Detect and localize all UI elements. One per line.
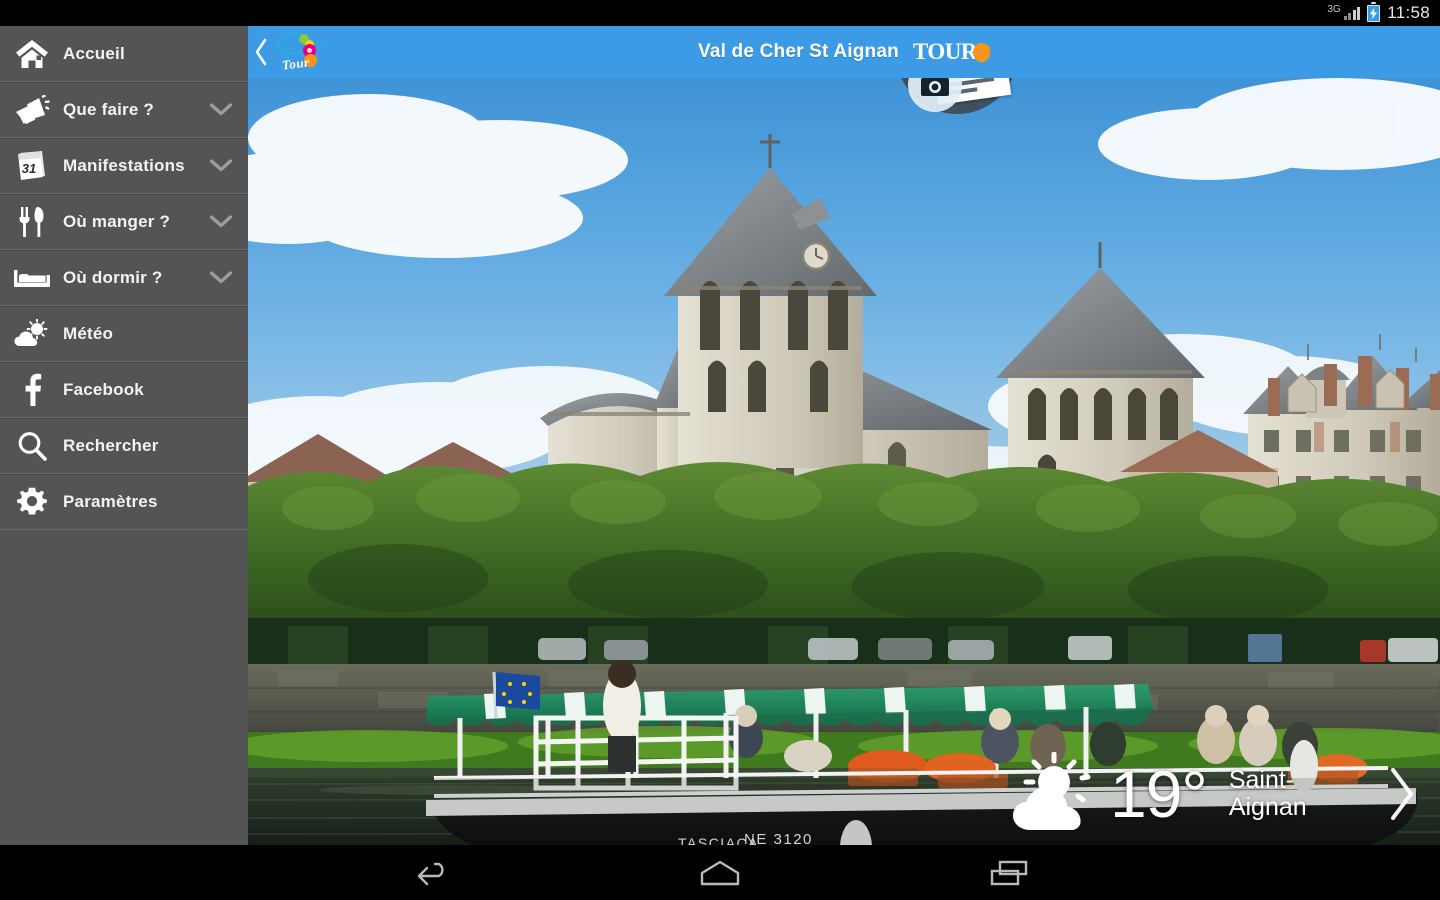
weather-widget[interactable]: 19° Saint-Aignan bbox=[1008, 744, 1440, 844]
title-group: Val de Cher St Aignan TOUR bbox=[248, 26, 1440, 78]
android-navigation-bar bbox=[0, 845, 1440, 900]
android-back-icon[interactable] bbox=[359, 845, 504, 900]
sidebar-item-ou-manger[interactable]: Où manger ? bbox=[0, 194, 248, 250]
sidebar-item-parametres[interactable]: Paramètres bbox=[0, 474, 248, 530]
chevron-left-icon[interactable] bbox=[253, 37, 269, 67]
svg-text:31: 31 bbox=[22, 161, 36, 176]
sun-behind-cloud-icon bbox=[1008, 752, 1108, 836]
sidebar-item-label: Où dormir ? bbox=[63, 267, 163, 287]
tour-badge-word: TOUR bbox=[912, 39, 978, 64]
chevron-right-icon[interactable] bbox=[1388, 766, 1416, 822]
tour-badge: TOUR bbox=[912, 39, 992, 65]
calendar-31-icon: 31 bbox=[8, 146, 56, 186]
sun-cloud-icon bbox=[8, 314, 56, 354]
sidebar-item-label: Que faire ? bbox=[63, 99, 155, 119]
weather-city: Saint-Aignan bbox=[1228, 766, 1307, 821]
weather-temperature: 19° bbox=[1110, 761, 1208, 827]
hero-photo: TASCIACA NE 3120 bbox=[248, 78, 1440, 845]
sidebar-item-meteo[interactable]: Météo bbox=[0, 306, 248, 362]
chevron-down-icon[interactable] bbox=[210, 159, 232, 172]
sidebar-item-label: Où manger ? bbox=[63, 211, 171, 231]
app-title-bar: Tour Val de Cher St Aignan TOUR bbox=[248, 26, 1440, 78]
tour-swirl-logo[interactable]: Tour bbox=[273, 28, 331, 76]
drawer-filler bbox=[0, 530, 248, 531]
app-screen: 3G 11:58 Accueil Que faire ? 31 Manifest… bbox=[0, 0, 1440, 900]
sidebar-item-label: Accueil bbox=[63, 43, 125, 63]
chevron-down-icon[interactable] bbox=[210, 215, 232, 228]
sidebar-item-label: Paramètres bbox=[63, 491, 158, 511]
sidebar-item-label: Rechercher bbox=[63, 435, 159, 455]
tour-badge-dot bbox=[971, 40, 992, 64]
sidebar-item-que-faire[interactable]: Que faire ? bbox=[0, 82, 248, 138]
facebook-icon bbox=[8, 370, 56, 410]
sidebar-item-ou-dormir[interactable]: Où dormir ? bbox=[0, 250, 248, 306]
logo-wordmark: Tour bbox=[281, 54, 311, 73]
sidebar-item-label: Facebook bbox=[63, 379, 144, 399]
bed-icon bbox=[8, 258, 56, 298]
temperature-value: 19 bbox=[1110, 757, 1182, 831]
android-home-icon[interactable] bbox=[648, 845, 793, 900]
battery-charging-icon bbox=[1367, 1, 1381, 22]
chevron-down-icon[interactable] bbox=[210, 103, 232, 116]
signal-bars-icon bbox=[1343, 6, 1361, 20]
home-icon bbox=[8, 34, 56, 74]
status-bar: 3G 11:58 bbox=[0, 0, 1440, 26]
content-area: TASCIACA NE 3120 19° Saint-Aignan Tour V… bbox=[248, 26, 1440, 845]
sidebar-item-accueil[interactable]: Accueil bbox=[0, 26, 248, 82]
sidebar-item-facebook[interactable]: Facebook bbox=[0, 362, 248, 418]
sidebar-item-rechercher[interactable]: Rechercher bbox=[0, 418, 248, 474]
sidebar-item-label: Météo bbox=[63, 323, 114, 343]
megaphone-icon bbox=[8, 90, 56, 130]
search-icon bbox=[8, 426, 56, 466]
navigation-drawer: Accueil Que faire ? 31 Manifestations Où… bbox=[0, 26, 248, 845]
status-bar-clock: 11:58 bbox=[1387, 3, 1430, 22]
sidebar-item-label: Manifestations bbox=[63, 155, 185, 175]
sidebar-item-manifestations[interactable]: 31 Manifestations bbox=[0, 138, 248, 194]
android-recents-icon[interactable] bbox=[937, 845, 1082, 900]
page-title: Val de Cher St Aignan bbox=[698, 41, 899, 62]
network-type-label: 3G bbox=[1327, 4, 1341, 15]
chevron-down-icon[interactable] bbox=[210, 271, 232, 284]
gear-icon bbox=[8, 482, 56, 522]
cutlery-icon bbox=[8, 202, 56, 242]
logo-dot-pink-inner bbox=[307, 48, 312, 53]
degree-symbol: ° bbox=[1181, 757, 1207, 831]
